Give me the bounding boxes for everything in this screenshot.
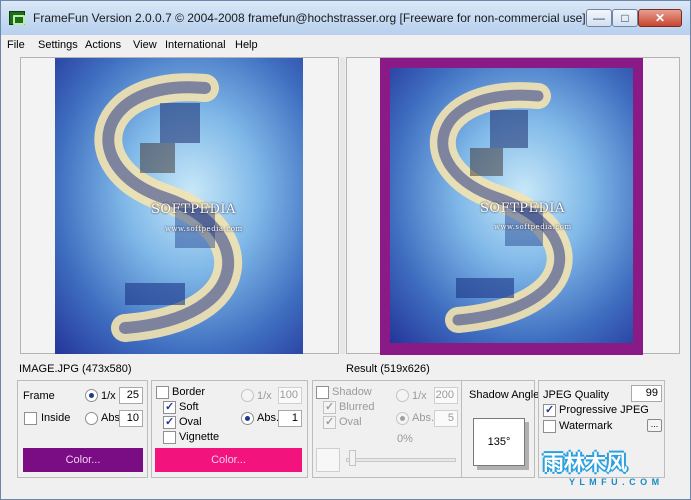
frame-one-over-x-label: 1/x bbox=[101, 390, 116, 402]
border-abs-label: Abs. bbox=[257, 412, 280, 424]
result-image: SOFTPEDIA www.softpedia.com bbox=[390, 68, 633, 343]
vignette-checkbox[interactable] bbox=[163, 431, 176, 444]
vignette-label: Vignette bbox=[179, 431, 220, 443]
progressive-jpeg-checkbox[interactable] bbox=[543, 403, 556, 417]
menu-settings[interactable]: Settings bbox=[38, 39, 78, 51]
site-watermark-title: 雨林木风 bbox=[543, 452, 627, 475]
frame-color-button[interactable]: Color... bbox=[23, 448, 143, 472]
shadow-one-over-x-label: 1/x bbox=[412, 390, 427, 402]
inside-label: Inside bbox=[41, 412, 71, 424]
app-window: FrameFun Version 2.0.0.7 © 2004-2008 fra… bbox=[0, 0, 691, 500]
border-one-over-x-label: 1/x bbox=[257, 390, 272, 402]
frame-abs-radio[interactable] bbox=[85, 412, 98, 425]
shadow-abs-input[interactable]: 5 bbox=[434, 410, 458, 427]
border-color-button[interactable]: Color... bbox=[155, 448, 302, 472]
maximize-button[interactable]: □ bbox=[612, 9, 638, 27]
source-image-panel: SOFTPEDIA www.softpedia.com bbox=[20, 57, 339, 354]
result-image-caption: Result (519x626) bbox=[346, 363, 430, 375]
shadow-oval-label: Oval bbox=[339, 416, 362, 428]
app-icon bbox=[9, 11, 25, 25]
artwork-title: SOFTPEDIA bbox=[151, 202, 236, 217]
watermark-settings-button[interactable]: ... bbox=[647, 419, 662, 432]
site-watermark-url: Y L M F U . C O M bbox=[569, 477, 661, 487]
panel-splitter[interactable] bbox=[340, 57, 345, 354]
blurred-label: Blurred bbox=[339, 401, 375, 413]
shadow-one-over-x-input[interactable]: 200 bbox=[434, 387, 458, 404]
shadow-angle-title: Shadow Angle bbox=[469, 389, 540, 401]
border-checkbox[interactable] bbox=[156, 386, 169, 399]
menu-help[interactable]: Help bbox=[235, 39, 258, 51]
minimize-button[interactable]: — bbox=[586, 9, 612, 27]
artwork-subtitle: www.softpedia.com bbox=[165, 225, 243, 233]
artwork-subtitle: www.softpedia.com bbox=[494, 223, 572, 231]
site-watermark-logo: 雨林木风 Y L M F U . C O M bbox=[539, 441, 685, 491]
title-bar[interactable]: FrameFun Version 2.0.0.7 © 2004-2008 fra… bbox=[1, 1, 690, 35]
artwork-title: SOFTPEDIA bbox=[480, 201, 565, 216]
shadow-color-preview[interactable] bbox=[316, 448, 340, 472]
menu-actions[interactable]: Actions bbox=[85, 39, 121, 51]
shadow-one-over-x-radio[interactable] bbox=[396, 389, 409, 402]
close-button[interactable]: ✕ bbox=[638, 9, 682, 27]
soft-label: Soft bbox=[179, 401, 199, 413]
menu-file[interactable]: File bbox=[7, 39, 25, 51]
frame-one-over-x-input[interactable]: 25 bbox=[119, 387, 143, 404]
border-one-over-x-input[interactable]: 100 bbox=[278, 387, 302, 404]
frame-abs-input[interactable]: 10 bbox=[119, 410, 143, 427]
jpeg-quality-input[interactable]: 99 bbox=[631, 385, 662, 402]
shadow-oval-checkbox[interactable] bbox=[323, 415, 336, 429]
menu-view[interactable]: View bbox=[133, 39, 157, 51]
border-oval-checkbox[interactable] bbox=[163, 415, 176, 429]
window-title: FrameFun Version 2.0.0.7 © 2004-2008 fra… bbox=[33, 11, 586, 25]
border-label: Border bbox=[172, 386, 206, 398]
menu-international[interactable]: International bbox=[165, 39, 226, 51]
border-one-over-x-radio[interactable] bbox=[241, 389, 254, 402]
shadow-abs-radio[interactable] bbox=[396, 412, 409, 425]
blurred-checkbox[interactable] bbox=[323, 400, 336, 414]
result-image-panel: SOFTPEDIA www.softpedia.com bbox=[346, 57, 680, 355]
watermark-label: Watermark bbox=[559, 420, 613, 432]
progressive-jpeg-label: Progressive JPEG bbox=[559, 404, 649, 416]
frame-label: Frame bbox=[23, 390, 55, 402]
inside-checkbox[interactable] bbox=[24, 412, 37, 425]
shadow-opacity-slider-thumb[interactable] bbox=[349, 450, 356, 466]
border-abs-input[interactable]: 1 bbox=[278, 410, 302, 427]
shadow-opacity-slider[interactable] bbox=[346, 458, 456, 462]
shadow-angle-selector[interactable]: 135° bbox=[473, 418, 525, 466]
shadow-percent-label: 0% bbox=[397, 433, 413, 445]
shadow-abs-label: Abs. bbox=[412, 412, 435, 424]
source-image-caption: IMAGE.JPG (473x580) bbox=[19, 363, 132, 375]
shadow-checkbox[interactable] bbox=[316, 386, 329, 399]
frame-one-over-x-radio[interactable] bbox=[85, 389, 98, 402]
shadow-label: Shadow bbox=[332, 386, 372, 398]
soft-checkbox[interactable] bbox=[163, 400, 176, 414]
jpeg-quality-label: JPEG Quality bbox=[543, 389, 610, 401]
menu-bar: File Settings Actions View International… bbox=[1, 35, 690, 55]
result-frame-border: SOFTPEDIA www.softpedia.com bbox=[380, 58, 643, 355]
source-image: SOFTPEDIA www.softpedia.com bbox=[55, 58, 303, 354]
watermark-checkbox[interactable] bbox=[543, 420, 556, 433]
border-oval-label: Oval bbox=[179, 416, 202, 428]
border-abs-radio[interactable] bbox=[241, 412, 254, 425]
